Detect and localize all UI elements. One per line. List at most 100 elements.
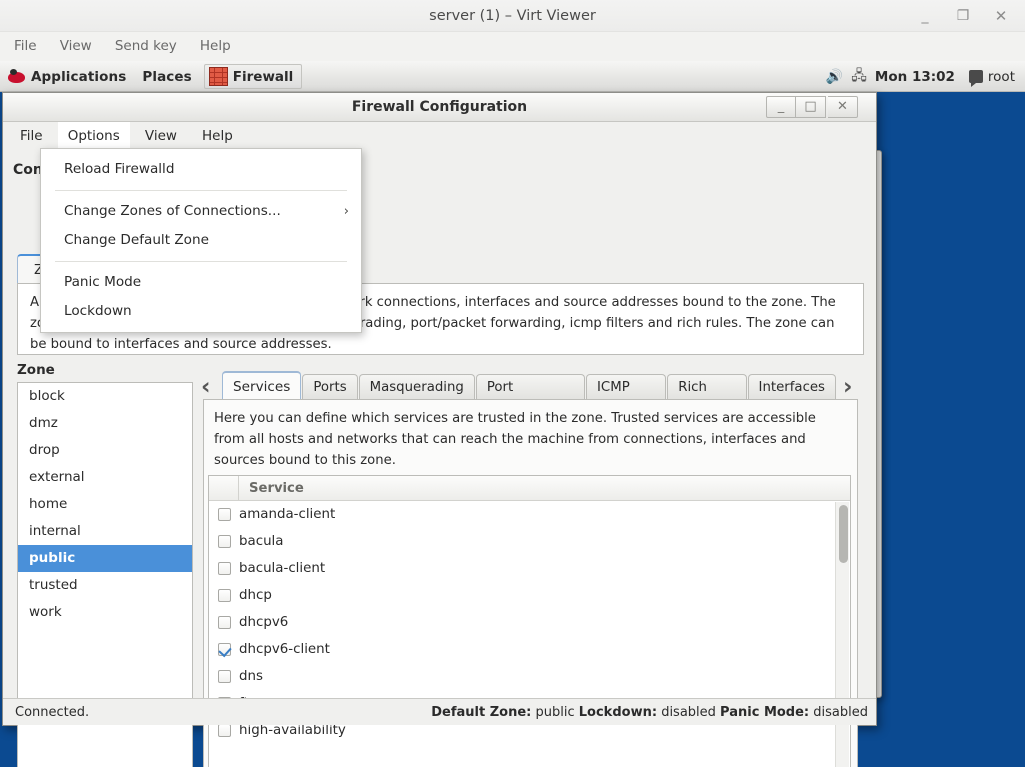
service-checkbox-cell[interactable] bbox=[209, 724, 239, 737]
zone-item[interactable]: external bbox=[18, 464, 192, 491]
applications-menu[interactable]: Applications bbox=[0, 61, 134, 92]
service-name: dhcp bbox=[239, 588, 272, 603]
vv-menu-view[interactable]: View bbox=[51, 32, 101, 61]
service-row[interactable]: dhcp bbox=[209, 582, 850, 609]
firewall-window-title: Firewall Configuration bbox=[351, 99, 528, 115]
inner-tab-strip: Services Ports Masquerading Port Forward… bbox=[222, 371, 837, 420]
network-disconnected-icon[interactable]: 🖧 bbox=[851, 65, 867, 89]
status-summary: Default Zone: public Lockdown: disabled … bbox=[431, 699, 868, 726]
service-checkbox-cell[interactable] bbox=[209, 670, 239, 683]
fw-menu-file[interactable]: File bbox=[10, 122, 53, 150]
tab-scroll-right-icon[interactable]: › bbox=[843, 374, 852, 400]
firewall-close-button[interactable]: ✕ bbox=[828, 96, 858, 118]
virt-viewer-maximize-button[interactable]: ❐ bbox=[953, 6, 973, 26]
tab-ports[interactable]: Ports bbox=[302, 374, 358, 400]
fw-menu-view[interactable]: View bbox=[135, 122, 187, 150]
vv-menu-send-key[interactable]: Send key bbox=[106, 32, 186, 61]
menu-item-label: Change Zones of Connections... bbox=[64, 203, 281, 219]
service-name: bacula bbox=[239, 534, 284, 549]
firewall-titlebar: Firewall Configuration _ □ ✕ bbox=[3, 93, 876, 122]
zone-item[interactable]: trusted bbox=[18, 572, 192, 599]
checkbox-icon[interactable] bbox=[217, 589, 231, 602]
places-menu[interactable]: Places bbox=[134, 61, 199, 92]
service-row[interactable]: dns bbox=[209, 663, 850, 690]
tab-icmp-filter[interactable]: ICMP Filter bbox=[586, 374, 667, 420]
lockdown-value: disabled bbox=[661, 705, 716, 720]
menu-item-reload-firewalld[interactable]: Reload Firewalld bbox=[41, 155, 361, 184]
service-checkbox-cell[interactable] bbox=[209, 535, 239, 548]
user-icon bbox=[968, 70, 983, 87]
zone-item[interactable]: drop bbox=[18, 437, 192, 464]
service-row[interactable]: dhcpv6 bbox=[209, 609, 850, 636]
gnome-panel-left: Applications Places Firewall bbox=[0, 61, 303, 92]
checkbox-icon[interactable] bbox=[217, 724, 231, 737]
default-zone-label: Default Zone: bbox=[431, 705, 532, 720]
tab-masquerading[interactable]: Masquerading bbox=[358, 374, 475, 400]
checkbox-checked-icon[interactable] bbox=[217, 643, 231, 656]
virt-viewer-title: server (1) – Virt Viewer bbox=[429, 8, 596, 24]
panic-mode-value: disabled bbox=[813, 705, 868, 720]
connection-status: Connected. bbox=[15, 705, 90, 720]
menu-item-lockdown[interactable]: Lockdown bbox=[41, 297, 361, 326]
menu-item-change-zones-of-connections[interactable]: Change Zones of Connections... › bbox=[41, 197, 361, 226]
zone-list-heading: Zone bbox=[17, 362, 55, 378]
virt-viewer-close-button[interactable]: ✕ bbox=[991, 6, 1011, 26]
zone-item[interactable]: block bbox=[18, 383, 192, 410]
checkbox-icon[interactable] bbox=[217, 535, 231, 548]
service-name: dhcpv6 bbox=[239, 615, 289, 630]
clock[interactable]: Mon 13:02 bbox=[875, 69, 955, 85]
vv-menu-help[interactable]: Help bbox=[191, 32, 240, 61]
services-scrollbar[interactable] bbox=[835, 502, 849, 767]
tab-scroll-left-icon[interactable]: ‹ bbox=[201, 374, 210, 400]
service-checkbox-cell[interactable] bbox=[209, 589, 239, 602]
redhat-logo-icon bbox=[8, 68, 25, 85]
menu-separator bbox=[55, 190, 347, 191]
service-checkbox-cell[interactable] bbox=[209, 508, 239, 521]
menu-separator bbox=[55, 261, 347, 262]
virt-viewer-minimize-button[interactable]: _ bbox=[915, 6, 935, 26]
menu-item-panic-mode[interactable]: Panic Mode bbox=[41, 268, 361, 297]
taskbar-item-firewall[interactable]: Firewall bbox=[203, 64, 303, 89]
tab-interfaces[interactable]: Interfaces bbox=[747, 374, 836, 400]
fw-menu-help[interactable]: Help bbox=[192, 122, 243, 150]
services-list-header: Service bbox=[209, 476, 850, 501]
places-label: Places bbox=[142, 68, 192, 85]
lockdown-label: Lockdown: bbox=[578, 705, 658, 720]
checkbox-icon[interactable] bbox=[217, 616, 231, 629]
vv-menu-file[interactable]: File bbox=[5, 32, 46, 61]
fw-menu-options[interactable]: Options bbox=[57, 122, 130, 150]
zone-item[interactable]: internal bbox=[18, 518, 192, 545]
virt-viewer-titlebar: server (1) – Virt Viewer _ ❐ ✕ bbox=[0, 0, 1025, 32]
options-dropdown-menu: Reload Firewalld Change Zones of Connect… bbox=[40, 148, 362, 333]
firewall-maximize-button[interactable]: □ bbox=[796, 96, 826, 118]
service-name: dhcpv6-client bbox=[239, 642, 330, 657]
service-checkbox-cell[interactable] bbox=[209, 643, 239, 656]
zone-item[interactable]: dmz bbox=[18, 410, 192, 437]
checkbox-icon[interactable] bbox=[217, 508, 231, 521]
service-row-checked[interactable]: dhcpv6-client bbox=[209, 636, 850, 663]
service-row[interactable]: amanda-client bbox=[209, 501, 850, 528]
tab-services[interactable]: Services bbox=[222, 371, 302, 400]
firewall-minimize-button[interactable]: _ bbox=[766, 96, 796, 118]
service-row[interactable]: bacula-client bbox=[209, 555, 850, 582]
applications-label: Applications bbox=[31, 68, 127, 85]
service-name: bacula-client bbox=[239, 561, 326, 576]
tab-rich-rules[interactable]: Rich Rules bbox=[667, 374, 747, 420]
services-scrollbar-thumb[interactable] bbox=[839, 505, 848, 563]
gnome-panel: Applications Places Firewall 🔊 🖧 Mon 13:… bbox=[0, 61, 1025, 92]
checkbox-icon[interactable] bbox=[217, 562, 231, 575]
zone-item[interactable]: work bbox=[18, 599, 192, 626]
default-zone-value: public bbox=[535, 705, 575, 720]
zone-item[interactable]: home bbox=[18, 491, 192, 518]
zone-item-selected[interactable]: public bbox=[18, 545, 192, 572]
user-menu[interactable]: root bbox=[963, 69, 1021, 87]
tab-port-forwarding[interactable]: Port Forwarding bbox=[475, 374, 586, 420]
volume-icon[interactable]: 🔊 bbox=[826, 69, 843, 85]
services-checkbox-column-header bbox=[209, 476, 239, 501]
service-checkbox-cell[interactable] bbox=[209, 562, 239, 575]
service-row[interactable]: bacula bbox=[209, 528, 850, 555]
status-bar: Connected. Default Zone: public Lockdown… bbox=[3, 698, 876, 725]
checkbox-icon[interactable] bbox=[217, 670, 231, 683]
menu-item-change-default-zone[interactable]: Change Default Zone bbox=[41, 226, 361, 255]
service-checkbox-cell[interactable] bbox=[209, 616, 239, 629]
